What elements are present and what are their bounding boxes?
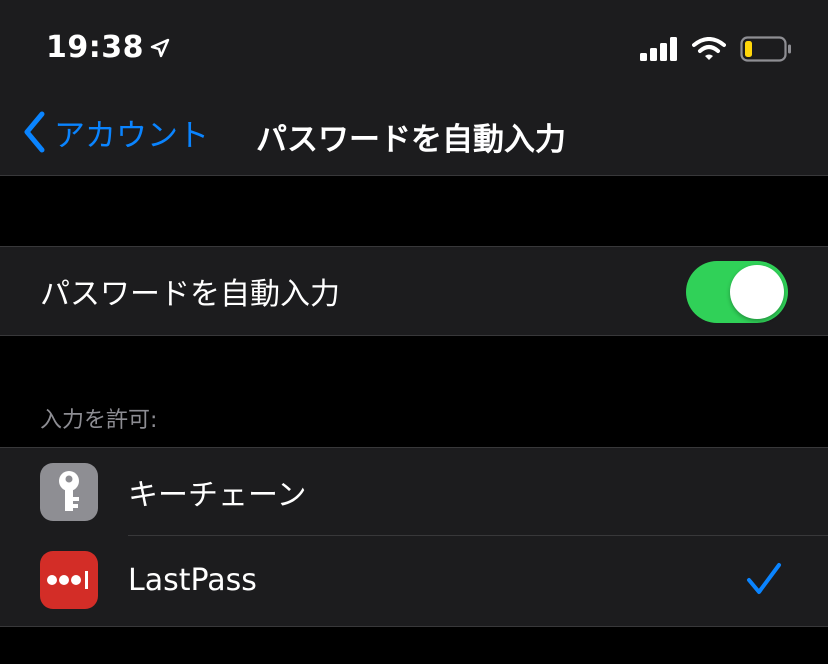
toggle-knob	[730, 265, 784, 319]
status-bar: 19:38	[0, 0, 828, 88]
chevron-left-icon	[24, 111, 45, 153]
autofill-label: パスワードを自動入力	[40, 277, 340, 312]
navigation-bar: アカウント パスワードを自動入力	[0, 88, 828, 176]
keychain-app-icon	[40, 463, 98, 521]
list-item-keychain[interactable]: キーチェーン	[0, 448, 828, 536]
lastpass-label: LastPass	[128, 562, 257, 598]
autofill-toggle[interactable]	[686, 261, 788, 323]
list-item-lastpass[interactable]: LastPass	[0, 536, 828, 624]
page-title: パスワードを自動入力	[256, 122, 566, 158]
back-button-label: アカウント	[54, 117, 209, 154]
checkmark-icon	[747, 563, 781, 594]
section-header: 入力を許可:	[40, 408, 158, 433]
cellular-signal-icon	[640, 37, 677, 61]
back-button[interactable]: アカウント	[22, 110, 209, 154]
wifi-icon	[692, 37, 726, 60]
status-time-text: 19:38	[46, 30, 144, 65]
battery-low-icon	[740, 36, 791, 62]
keychain-label: キーチェーン	[128, 478, 307, 513]
lastpass-app-icon	[40, 551, 98, 609]
location-arrow-icon	[150, 38, 170, 57]
key-icon	[59, 471, 79, 511]
autofill-row: パスワードを自動入力	[0, 247, 828, 335]
status-indicators	[640, 36, 792, 62]
status-time: 19:38	[46, 30, 170, 65]
lastpass-icon	[47, 571, 88, 589]
autofill-group: パスワードを自動入力	[0, 246, 828, 336]
allow-list-group: キーチェーン LastPass	[0, 447, 828, 627]
